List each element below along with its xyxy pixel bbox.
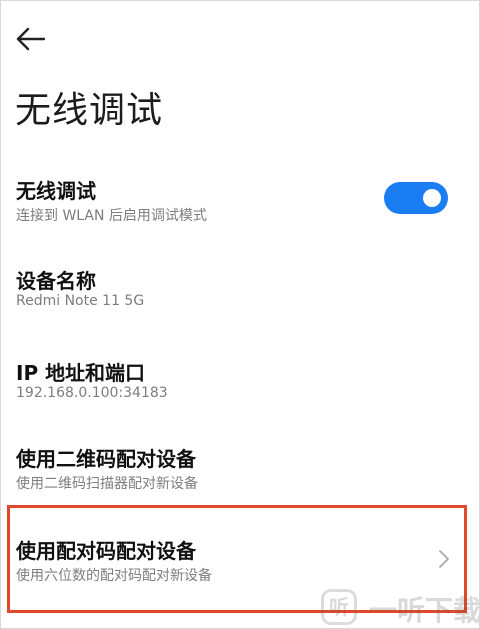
qr-pairing-title: 使用二维码配对设备 [16,447,196,471]
qr-pairing-subtitle: 使用二维码扫描器配对新设备 [16,476,198,492]
page-title: 无线调试 [15,90,164,131]
wireless-debugging-title: 无线调试 [16,179,96,203]
device-name-row[interactable]: 设备名称 Redmi Note 11 5G [1,263,480,323]
device-name-value: Redmi Note 11 5G [16,293,145,309]
back-arrow-icon[interactable] [15,25,47,53]
ip-port-value: 192.168.0.100:34183 [16,385,168,401]
ip-port-title: IP 地址和端口 [16,361,146,385]
qr-pairing-row[interactable]: 使用二维码配对设备 使用二维码扫描器配对新设备 [1,441,480,501]
ip-port-row[interactable]: IP 地址和端口 192.168.0.100:34183 [1,355,480,415]
watermark-logo-icon: 听 [321,589,357,625]
watermark: 听 一听下载 [319,585,479,629]
watermark-text: 一听下载 [369,594,479,627]
toggle-knob [423,189,441,207]
wireless-debugging-subtitle: 连接到 WLAN 后启用调试模式 [16,208,207,224]
device-name-title: 设备名称 [16,269,96,293]
wireless-debugging-toggle[interactable] [384,182,448,214]
